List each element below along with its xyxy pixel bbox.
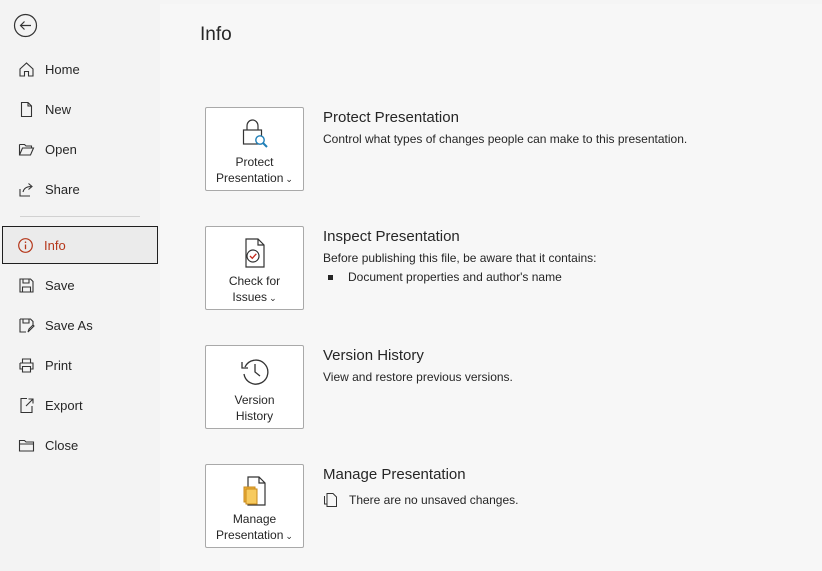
sidebar-divider bbox=[20, 216, 140, 217]
protect-presentation-button[interactable]: Protect Presentation ⌄ bbox=[205, 107, 304, 191]
manage-document-icon bbox=[241, 474, 269, 508]
nav-close[interactable]: Close bbox=[2, 426, 158, 464]
print-icon bbox=[17, 356, 35, 374]
inspect-desc: Before publishing this file, be aware th… bbox=[323, 251, 597, 265]
manage-presentation-button[interactable]: Manage Presentation ⌄ bbox=[205, 464, 304, 548]
nav-new-label: New bbox=[45, 101, 72, 117]
document-check-icon bbox=[241, 236, 269, 270]
protect-desc: Control what types of changes people can… bbox=[323, 132, 688, 146]
inspect-title: Inspect Presentation bbox=[323, 228, 460, 245]
manage-button-label: Manage Presentation ⌄ bbox=[216, 512, 293, 542]
info-icon bbox=[16, 236, 34, 254]
check-for-issues-button[interactable]: Check for Issues ⌄ bbox=[205, 226, 304, 310]
bullet-icon bbox=[328, 274, 333, 280]
version-history-button-label: Version History bbox=[234, 393, 275, 423]
save-as-icon bbox=[17, 316, 35, 334]
nav-print[interactable]: Print bbox=[2, 346, 158, 384]
share-icon bbox=[17, 180, 35, 198]
nav-home-label: Home bbox=[45, 61, 80, 77]
back-button[interactable] bbox=[13, 13, 38, 38]
nav-info[interactable]: Info bbox=[2, 226, 158, 264]
protect-button-label: Protect Presentation ⌄ bbox=[216, 155, 293, 185]
export-icon bbox=[17, 396, 35, 414]
nav-share[interactable]: Share bbox=[2, 170, 158, 208]
nav-save-label: Save bbox=[45, 277, 75, 293]
nav-close-label: Close bbox=[45, 437, 79, 453]
version-history-title: Version History bbox=[323, 347, 424, 364]
chevron-down-icon: ⌄ bbox=[269, 293, 277, 303]
history-icon bbox=[239, 355, 271, 389]
nav-save-as-label: Save As bbox=[45, 317, 93, 333]
back-arrow-icon bbox=[13, 13, 38, 38]
chevron-down-icon: ⌄ bbox=[285, 174, 293, 184]
save-icon bbox=[17, 276, 35, 294]
chevron-down-icon: ⌄ bbox=[285, 531, 293, 541]
manage-title: Manage Presentation bbox=[323, 466, 466, 483]
nav-export[interactable]: Export bbox=[2, 386, 158, 424]
nav-save-as[interactable]: Save As bbox=[2, 306, 158, 344]
inspect-bullet: Document properties and author's name bbox=[323, 270, 562, 284]
home-icon bbox=[17, 60, 35, 78]
info-pane: Info Protect Presentation ⌄ Protect Prese… bbox=[160, 4, 822, 571]
nav-share-label: Share bbox=[45, 181, 80, 197]
documents-icon bbox=[323, 492, 339, 508]
lock-search-icon bbox=[240, 117, 270, 151]
protect-title: Protect Presentation bbox=[323, 109, 459, 126]
new-document-icon bbox=[17, 100, 35, 118]
close-folder-icon bbox=[17, 436, 35, 454]
folder-open-icon bbox=[17, 140, 35, 158]
version-history-button[interactable]: Version History bbox=[205, 345, 304, 429]
page-title: Info bbox=[200, 24, 232, 45]
nav-new[interactable]: New bbox=[2, 90, 158, 128]
backstage-sidebar: Home New Open Share Info Save Save As Pr… bbox=[0, 0, 160, 571]
nav-info-label: Info bbox=[44, 237, 66, 253]
check-issues-button-label: Check for Issues ⌄ bbox=[228, 274, 281, 304]
version-history-desc: View and restore previous versions. bbox=[323, 370, 513, 384]
nav-save[interactable]: Save bbox=[2, 266, 158, 304]
nav-open[interactable]: Open bbox=[2, 130, 158, 168]
nav-home[interactable]: Home bbox=[2, 50, 158, 88]
manage-status: There are no unsaved changes. bbox=[323, 492, 518, 508]
nav-print-label: Print bbox=[45, 357, 72, 373]
nav-open-label: Open bbox=[45, 141, 77, 157]
nav-export-label: Export bbox=[45, 397, 83, 413]
